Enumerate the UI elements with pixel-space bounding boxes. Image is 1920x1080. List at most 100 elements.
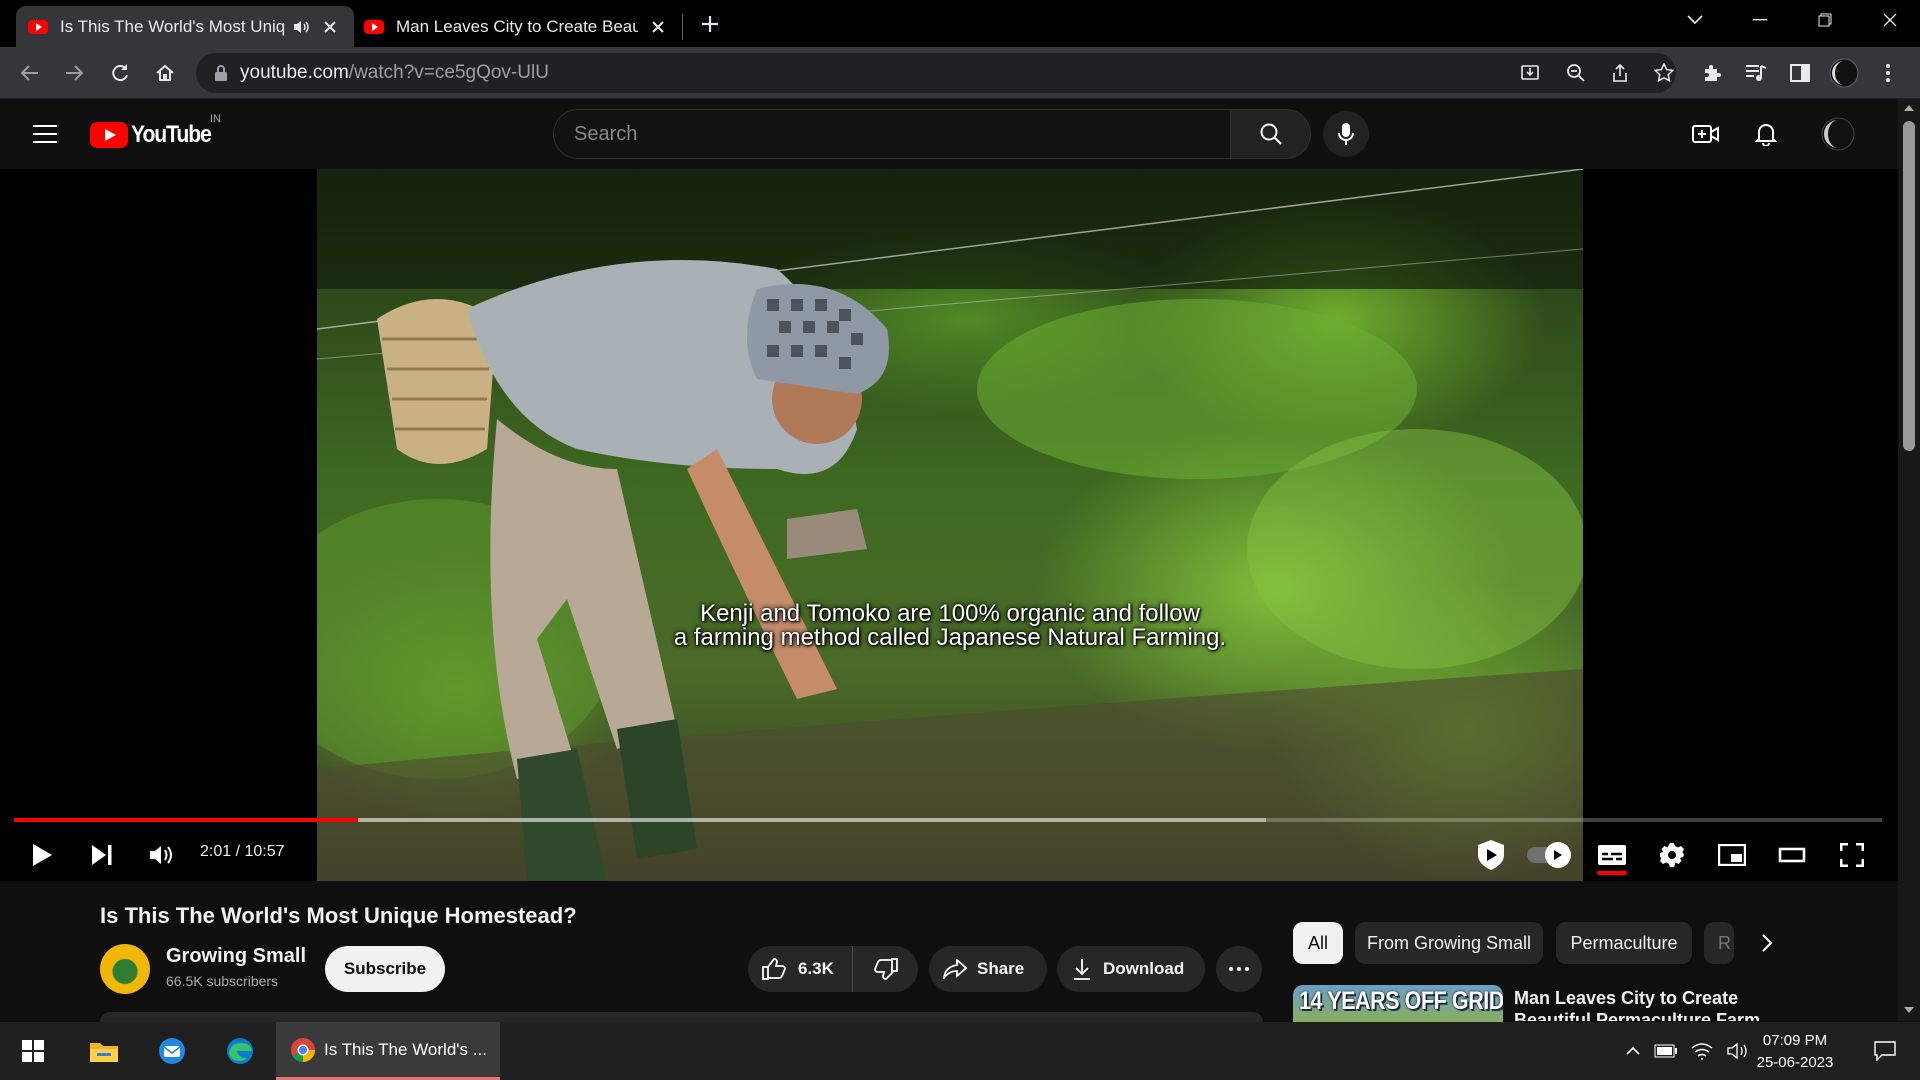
video-frame[interactable]: Kenji and Tomoko are 100% organic and fo… xyxy=(317,169,1583,881)
mic-icon[interactable] xyxy=(1323,111,1369,157)
search-box[interactable] xyxy=(553,109,1231,159)
caption-line: a farming method called Japanese Natural… xyxy=(673,624,1227,651)
zoom-icon[interactable] xyxy=(1558,55,1594,91)
star-icon[interactable] xyxy=(1646,55,1682,91)
youtube-masthead: YouTube IN xyxy=(0,99,1898,169)
home-icon[interactable] xyxy=(147,55,183,91)
recommendation-thumbnail[interactable]: 14 YEARS OFF GRID xyxy=(1293,985,1503,1025)
close-icon[interactable] xyxy=(646,15,670,39)
youtube-favicon xyxy=(364,19,384,34)
download-icon xyxy=(1073,958,1091,980)
settings-icon[interactable] xyxy=(1648,831,1696,879)
menu-icon[interactable] xyxy=(22,111,68,157)
browser-menu-icon[interactable] xyxy=(1870,55,1906,91)
tab-search-icon[interactable] xyxy=(1665,0,1725,40)
chevron-right-icon[interactable] xyxy=(1746,922,1788,964)
scroll-up-arrow[interactable] xyxy=(1904,105,1914,111)
extensions-icon[interactable] xyxy=(1694,55,1730,91)
url-host: youtube.com xyxy=(240,62,349,83)
chip-from-growing-small[interactable]: From Growing Small xyxy=(1355,922,1543,964)
theater-icon[interactable] xyxy=(1768,831,1816,879)
country-code: IN xyxy=(210,113,221,125)
account-avatar[interactable] xyxy=(1815,111,1861,157)
forward-icon[interactable] xyxy=(56,55,92,91)
volume-icon[interactable] xyxy=(138,831,186,879)
subscribe-button[interactable]: Subscribe xyxy=(325,946,445,992)
chip-all[interactable]: All xyxy=(1293,922,1343,964)
minimize-icon[interactable] xyxy=(1730,0,1790,40)
autoplay-toggle[interactable] xyxy=(1527,842,1571,868)
subscriber-count: 66.5K subscribers xyxy=(166,973,279,989)
channel-name[interactable]: Growing Small xyxy=(166,945,306,968)
browser-toolbar: youtube.com/watch?v=ce5gQov-UlU xyxy=(0,47,1920,99)
taskbar-chrome-window[interactable]: Is This The World's ... xyxy=(276,1022,500,1080)
window-close-icon[interactable] xyxy=(1860,0,1920,40)
edge-icon[interactable] xyxy=(212,1022,268,1080)
progress-played xyxy=(14,818,358,822)
audio-icon[interactable] xyxy=(292,19,310,35)
close-icon[interactable] xyxy=(318,15,342,39)
like-button[interactable]: 6.3K xyxy=(748,946,853,992)
share-button[interactable]: Share xyxy=(929,946,1047,992)
tab-youtube-homestead[interactable]: Is This The World's Most Unique Homestea… xyxy=(16,6,354,47)
video-title: Is This The World's Most Unique Homestea… xyxy=(100,903,577,928)
like-icon xyxy=(762,958,786,980)
share-icon[interactable] xyxy=(1602,55,1638,91)
notification-icon[interactable] xyxy=(1860,1022,1910,1080)
search-button[interactable] xyxy=(1231,109,1311,159)
search-input[interactable] xyxy=(574,122,1230,146)
tray-chevron-icon[interactable] xyxy=(1618,1022,1648,1080)
back-icon[interactable] xyxy=(12,55,48,91)
fullscreen-icon[interactable] xyxy=(1828,831,1876,879)
share-arrow-icon xyxy=(943,959,967,979)
youtube-logo-text: YouTube xyxy=(131,121,212,148)
channel-avatar[interactable] xyxy=(100,944,150,994)
chip-permaculture[interactable]: Permaculture xyxy=(1556,922,1692,964)
scrollbar-thumb[interactable] xyxy=(1903,121,1915,451)
taskbar-clock[interactable]: 07:09 PM 25-06-2023 xyxy=(1740,1030,1850,1074)
search-icon xyxy=(1260,123,1282,145)
file-explorer-icon[interactable] xyxy=(76,1022,132,1080)
windows-start-icon[interactable] xyxy=(0,1022,66,1080)
install-icon[interactable] xyxy=(1512,55,1548,91)
description-box[interactable] xyxy=(100,1012,1263,1022)
more-icon[interactable] xyxy=(1216,946,1262,992)
youtube-logo[interactable]: YouTube IN xyxy=(90,113,222,149)
tab-separator xyxy=(682,14,683,40)
dislike-button[interactable] xyxy=(853,946,918,992)
clock-date: 25-06-2023 xyxy=(1756,1054,1834,1071)
tab-title: Man Leaves City to Create Beautiful Perm… xyxy=(396,16,638,36)
address-bar[interactable]: youtube.com/watch?v=ce5gQov-UlU xyxy=(196,53,1676,93)
media-icon[interactable] xyxy=(1738,55,1774,91)
chrome-icon xyxy=(290,1037,316,1063)
miniplayer-icon[interactable] xyxy=(1708,831,1756,879)
progress-bar[interactable] xyxy=(14,818,1882,822)
profile-avatar[interactable] xyxy=(1826,55,1862,91)
mail-icon[interactable] xyxy=(144,1022,200,1080)
next-icon[interactable] xyxy=(78,831,126,879)
youtube-logo-icon xyxy=(90,122,128,148)
sidepanel-icon[interactable] xyxy=(1782,55,1818,91)
browser-tab-strip: Is This The World's Most Unique Homestea… xyxy=(0,0,1920,47)
wifi-icon[interactable] xyxy=(1684,1022,1720,1080)
video-player[interactable]: Kenji and Tomoko are 100% organic and fo… xyxy=(0,169,1898,881)
lock-icon[interactable] xyxy=(214,65,228,81)
thumbnail-text: 14 YEARS OFF GRID xyxy=(1299,987,1503,1015)
chip-partial[interactable]: R xyxy=(1704,922,1734,964)
scroll-down-arrow[interactable] xyxy=(1904,1007,1914,1013)
download-button[interactable]: Download xyxy=(1057,946,1205,992)
bell-icon[interactable] xyxy=(1743,111,1789,157)
like-dislike-group: 6.3K xyxy=(748,946,918,992)
restore-icon[interactable] xyxy=(1795,0,1855,40)
tab-permaculture-farm[interactable]: Man Leaves City to Create Beautiful Perm… xyxy=(352,6,682,47)
page-scrollbar[interactable] xyxy=(1898,99,1920,1021)
time-readout: 2:01 / 10:57 xyxy=(200,843,285,860)
windows-taskbar: Is This The World's ... 07:09 PM 25-06-2… xyxy=(0,1022,1920,1080)
premium-badge-icon[interactable] xyxy=(1467,831,1515,879)
recommendation-title[interactable]: Man Leaves City to Create Beautiful Perm… xyxy=(1514,987,1764,1021)
play-icon[interactable] xyxy=(18,831,66,879)
battery-icon[interactable] xyxy=(1648,1022,1684,1080)
reload-icon[interactable] xyxy=(102,55,138,91)
new-tab-icon[interactable] xyxy=(695,6,725,42)
create-icon[interactable] xyxy=(1683,111,1729,157)
